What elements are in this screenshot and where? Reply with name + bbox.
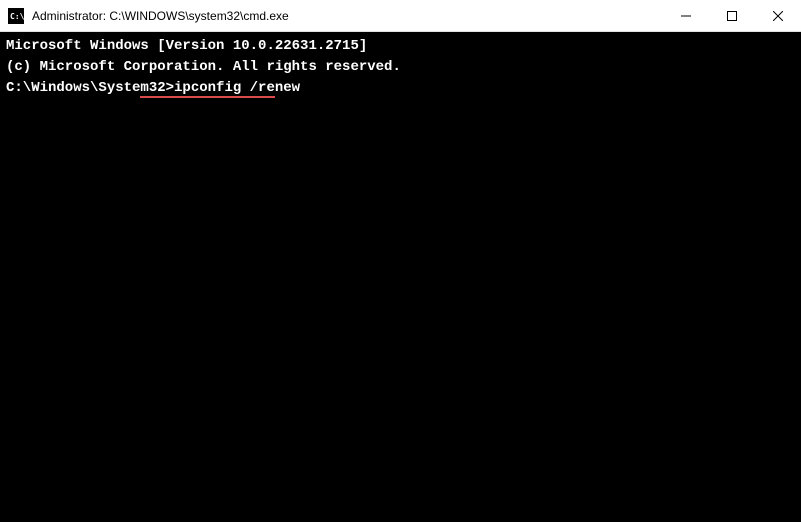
command-text: ipconfig /renew [174, 80, 300, 96]
maximize-button[interactable] [709, 0, 755, 31]
cmd-icon: C:\ [8, 8, 24, 24]
cmd-window: C:\ Administrator: C:\WINDOWS\system32\c… [0, 0, 801, 522]
version-line: Microsoft Windows [Version 10.0.22631.27… [6, 36, 795, 57]
close-button[interactable] [755, 0, 801, 31]
window-controls [663, 0, 801, 31]
svg-text:C:\: C:\ [10, 12, 24, 21]
underline-annotation [140, 96, 275, 98]
prompt-text: C:\Windows\System32> [6, 80, 174, 96]
copyright-line: (c) Microsoft Corporation. All rights re… [6, 57, 795, 78]
terminal-output[interactable]: Microsoft Windows [Version 10.0.22631.27… [0, 32, 801, 522]
minimize-button[interactable] [663, 0, 709, 31]
window-title: Administrator: C:\WINDOWS\system32\cmd.e… [32, 9, 663, 23]
titlebar[interactable]: C:\ Administrator: C:\WINDOWS\system32\c… [0, 0, 801, 32]
